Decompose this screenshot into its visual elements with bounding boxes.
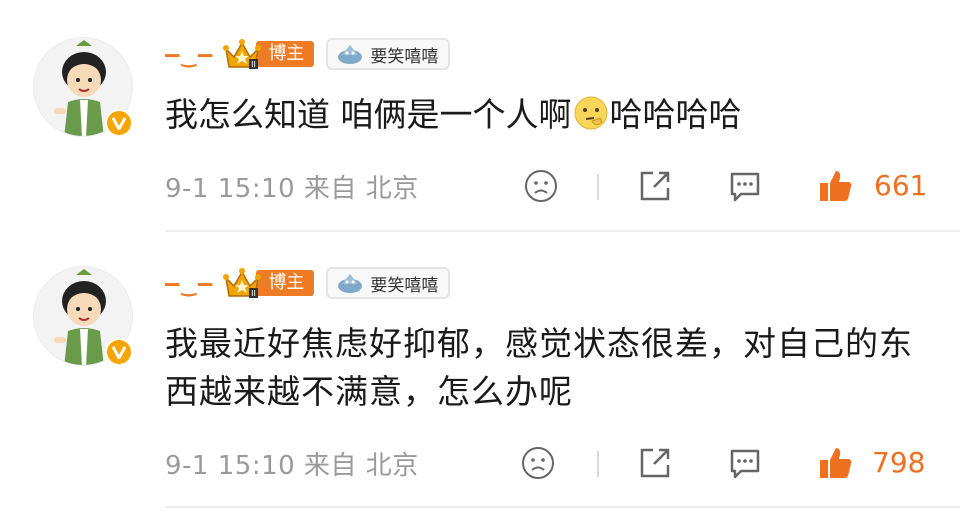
comment-time-location: 9-1 15:10 来自 北京 (165, 173, 419, 204)
share-icon[interactable] (637, 445, 673, 481)
username[interactable]: –‿– (165, 269, 214, 297)
svg-text:II: II (252, 60, 257, 69)
meta-divider (597, 451, 599, 477)
fan-tag[interactable]: 要笑嘻嘻 (326, 38, 451, 70)
avatar[interactable] (33, 266, 133, 366)
comment-text-part: 哈哈哈哈 (609, 95, 742, 134)
comment-meta-bar: 9-1 15:10 来自 北京 798 (165, 443, 940, 483)
fan-tag[interactable]: 要笑嘻嘻 (326, 267, 451, 299)
like-count: 798 (872, 446, 926, 479)
like-thumb-icon[interactable] (817, 445, 853, 481)
dislike-face-icon[interactable] (523, 168, 559, 204)
verified-badge-icon (105, 338, 133, 366)
svg-text:II: II (252, 289, 257, 298)
host-tag: 博主 (256, 270, 315, 296)
verified-badge-icon (105, 109, 133, 137)
comment-meta-bar: 9-1 15:10 来自 北京 661 (165, 166, 940, 206)
crown-icon: II (222, 37, 262, 71)
fan-tag-label: 要笑嘻嘻 (370, 275, 439, 296)
comment-text: 我怎么知道 咱俩是一个人啊 哈哈哈哈 (165, 92, 935, 138)
comment-icon[interactable] (727, 445, 763, 481)
comment-icon[interactable] (727, 168, 763, 204)
like-count: 661 (874, 169, 928, 202)
meta-divider (597, 174, 599, 200)
comment-separator (165, 230, 960, 232)
share-icon[interactable] (637, 168, 673, 204)
comment-time-location: 9-1 15:10 来自 北京 (165, 450, 419, 481)
dislike-face-icon[interactable] (520, 445, 556, 481)
user-info-row: –‿– II 博主 要笑嘻嘻 (165, 37, 451, 71)
fan-badge-icon (338, 45, 363, 64)
comment-text-part: 我怎么知道 咱俩是一个人啊 (165, 95, 572, 134)
comment-separator (165, 506, 960, 508)
thinking-face-icon (572, 94, 610, 132)
host-tag: 博主 (256, 41, 315, 67)
crown-icon: II (222, 266, 262, 300)
username[interactable]: –‿– (165, 40, 214, 68)
user-info-row: –‿– II 博主 要笑嘻嘻 (165, 266, 451, 300)
fan-badge-icon (338, 274, 363, 293)
avatar[interactable] (33, 37, 133, 137)
like-thumb-icon[interactable] (817, 168, 853, 204)
fan-tag-label: 要笑嘻嘻 (370, 46, 439, 67)
comment-text: 我最近好焦虑好抑郁，感觉状态很差，对自己的东西越来越不满意，怎么办呢 (165, 324, 913, 411)
